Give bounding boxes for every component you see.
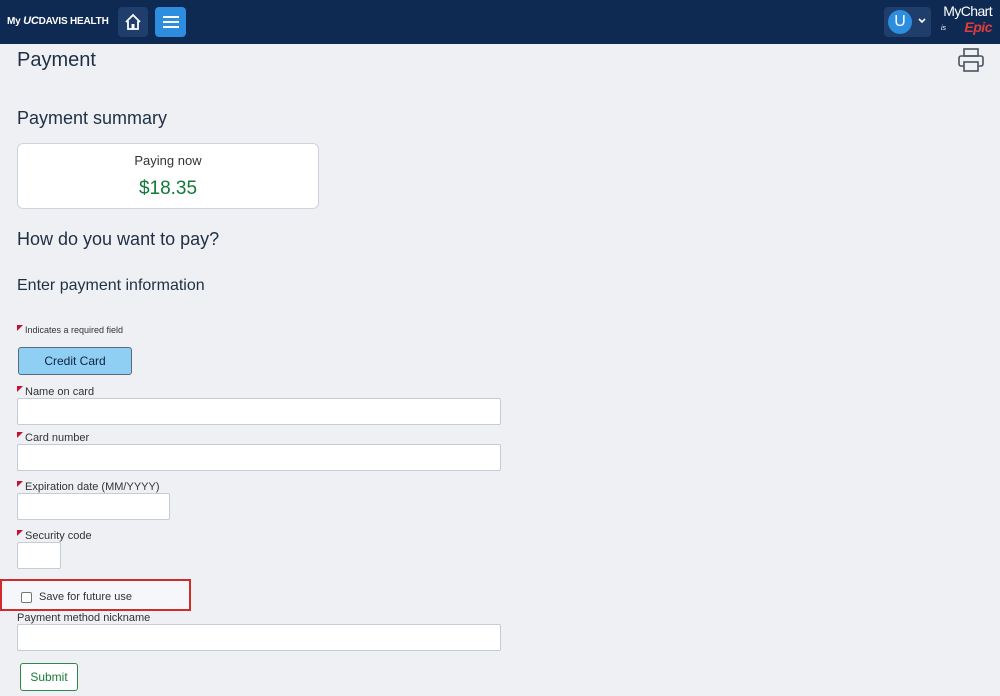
- security-code-input[interactable]: [17, 542, 61, 569]
- mychart-epic-logo: MyChart is Epic: [938, 3, 996, 39]
- payment-nickname-input[interactable]: [17, 624, 501, 651]
- mychart-text: MyChart: [943, 3, 992, 19]
- logo-uc: UC: [23, 15, 39, 27]
- payment-summary-heading: Payment summary: [17, 108, 168, 128]
- name-on-card-input[interactable]: [17, 398, 501, 425]
- logo-prefix: My: [7, 16, 21, 27]
- paying-now-amount: $18.35: [138, 178, 198, 199]
- card-number-label-text: Card number: [25, 432, 90, 444]
- save-for-future-checkbox[interactable]: [21, 592, 32, 603]
- logo-rest: DAVIS HEALTH: [38, 16, 109, 27]
- required-note-text: Indicates a required field: [25, 325, 124, 335]
- printer-icon: [958, 48, 984, 72]
- save-for-future-label[interactable]: Save for future use: [39, 591, 132, 603]
- user-account-menu[interactable]: U: [884, 7, 931, 37]
- required-marker: [17, 481, 23, 487]
- required-marker: [17, 325, 23, 331]
- expiration-date-label-text: Expiration date (MM/YYYY): [25, 481, 160, 493]
- paying-now-label: Paying now: [134, 153, 202, 168]
- required-marker: [17, 386, 23, 392]
- credit-card-button[interactable]: Credit Card: [18, 347, 132, 375]
- submit-button[interactable]: Submit: [20, 663, 78, 691]
- mychart-is-text: is: [941, 25, 947, 32]
- print-button[interactable]: [957, 47, 985, 73]
- main-menu-button[interactable]: [155, 7, 186, 37]
- required-marker: [17, 432, 23, 438]
- home-button[interactable]: [118, 7, 148, 37]
- epic-text: Epic: [964, 19, 992, 35]
- user-avatar: U: [888, 10, 912, 34]
- home-icon: [125, 13, 141, 30]
- uc-davis-health-logo[interactable]: My UCDAVIS HEALTH: [7, 15, 109, 27]
- enter-payment-info-heading: Enter payment information: [17, 277, 205, 294]
- payment-nickname-label: Payment method nickname: [17, 612, 151, 624]
- card-number-input[interactable]: [17, 444, 501, 471]
- hamburger-menu-icon: [162, 16, 179, 28]
- page-title: Payment: [17, 49, 96, 71]
- security-code-label-text: Security code: [25, 530, 92, 542]
- top-navigation-bar: My UCDAVIS HEALTH U MyChart is Epic: [0, 0, 1000, 44]
- chevron-down-icon: [918, 18, 926, 24]
- payment-summary-card: Paying now $18.35: [17, 143, 319, 209]
- required-marker: [17, 530, 23, 536]
- name-on-card-label-text: Name on card: [25, 386, 95, 398]
- payment-method-heading: How do you want to pay?: [17, 229, 220, 249]
- expiration-date-input[interactable]: [17, 493, 170, 520]
